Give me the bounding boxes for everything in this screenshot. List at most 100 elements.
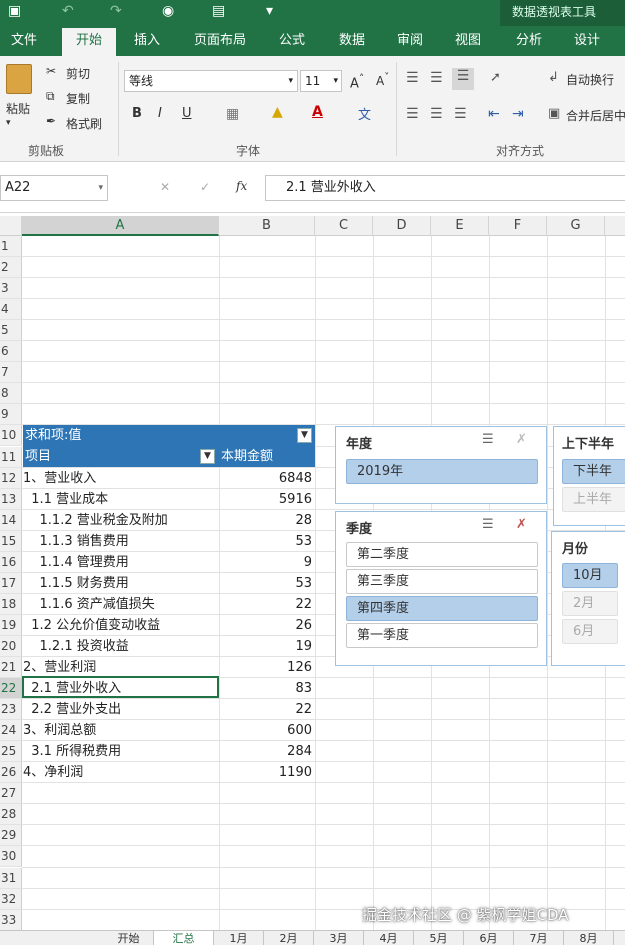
sheet-tab-summary[interactable]: 汇总	[154, 931, 214, 945]
pivot-item-value[interactable]: 53	[219, 531, 314, 552]
row-header[interactable]: 11	[0, 446, 22, 468]
pivot-item-label[interactable]: 1.2.1 投资收益	[23, 636, 218, 657]
decrease-indent-icon[interactable]: ⇤	[488, 106, 500, 122]
slicer-item-first-half[interactable]: 上半年	[562, 487, 625, 512]
row-header[interactable]: 27	[0, 783, 22, 805]
row-header[interactable]: 25	[0, 741, 22, 763]
row-header[interactable]: 32	[0, 888, 22, 910]
pivot-item-value[interactable]: 26	[219, 615, 314, 636]
row-header[interactable]: 26	[0, 762, 22, 784]
layout-icon[interactable]: ▤	[212, 3, 225, 19]
cancel-icon[interactable]: ✕	[160, 180, 170, 194]
chevron-down-icon[interactable]: ▼	[297, 428, 312, 443]
column-header-f[interactable]: F	[489, 216, 547, 236]
column-header-b[interactable]: B	[219, 216, 315, 236]
pivot-item-value[interactable]: 22	[219, 594, 314, 615]
cut-icon[interactable]: ✂	[46, 64, 56, 78]
sheet-tab-jul[interactable]: 7月	[514, 931, 564, 945]
formula-input[interactable]: 2.1 营业外收入	[265, 175, 625, 201]
sheet-tab-may[interactable]: 5月	[414, 931, 464, 945]
worksheet-grid[interactable]: 1 2 3 4 5 6 7 8 9 10 11 12 13 14 15 16 17 18 19 20 21 22 23 24 2…	[0, 236, 625, 936]
column-header-c[interactable]: C	[315, 216, 373, 236]
grow-font-icon[interactable]: A˄	[350, 72, 364, 91]
sheet-tab-mar[interactable]: 3月	[314, 931, 364, 945]
column-header-d[interactable]: D	[373, 216, 431, 236]
tab-review[interactable]: 审阅	[386, 26, 434, 56]
pivot-item-value[interactable]: 6848	[219, 468, 314, 489]
row-header[interactable]: 29	[0, 825, 22, 847]
pivot-item-value[interactable]: 1190	[219, 762, 314, 783]
row-header[interactable]: 21	[0, 657, 22, 678]
paste-button[interactable]: 粘贴	[6, 100, 30, 117]
tab-data[interactable]: 数据	[328, 26, 376, 56]
pivot-item-value[interactable]: 22	[219, 699, 314, 720]
row-header[interactable]: 4	[0, 299, 22, 321]
sheet-tab-aug[interactable]: 8月	[564, 931, 614, 945]
font-name-combo[interactable]: 等线 ▾	[124, 70, 298, 92]
row-header[interactable]: 15	[0, 530, 22, 552]
pivot-item-label[interactable]: 3、利润总额	[23, 720, 218, 741]
pivot-item-value[interactable]: 53	[219, 573, 314, 594]
clear-filter-icon[interactable]: ✗	[516, 517, 527, 532]
phonetic-icon[interactable]: 文	[358, 104, 371, 123]
pivot-item-label[interactable]: 1.1.2 营业税金及附加	[23, 510, 218, 531]
sheet-tab-apr[interactable]: 4月	[364, 931, 414, 945]
row-header[interactable]: 8	[0, 383, 22, 405]
tab-analyze[interactable]: 分析	[504, 26, 554, 56]
tab-view[interactable]: 视图	[444, 26, 492, 56]
align-top-icon[interactable]: ☰	[406, 70, 419, 86]
borders-icon[interactable]: ▦	[226, 106, 239, 122]
slicer-item-2019[interactable]: 2019年	[346, 459, 538, 484]
row-header[interactable]: 33	[0, 909, 22, 931]
row-header[interactable]: 13	[0, 488, 22, 510]
align-right-icon[interactable]: ☰	[454, 106, 467, 122]
column-header-g[interactable]: G	[547, 216, 605, 236]
wrap-text-icon[interactable]: ↲	[548, 70, 559, 85]
align-middle-icon[interactable]: ☰	[430, 70, 443, 86]
name-box[interactable]: A22 ▾	[0, 175, 108, 201]
row-header[interactable]: 17	[0, 572, 22, 594]
paste-dropdown-icon[interactable]: ▾	[6, 118, 11, 128]
slicer-item-q3[interactable]: 第三季度	[346, 569, 538, 594]
copy-button[interactable]: 复制	[66, 90, 90, 107]
row-header[interactable]: 9	[0, 404, 22, 426]
font-size-combo[interactable]: 11 ▾	[300, 70, 342, 92]
pivot-item-label[interactable]: 2.2 营业外支出	[23, 699, 218, 720]
pivot-item-value[interactable]: 5916	[219, 489, 314, 510]
pivot-item-label[interactable]: 3.1 所得税费用	[23, 741, 218, 762]
slicer-item-q1[interactable]: 第一季度	[346, 623, 538, 648]
row-header[interactable]: 23	[0, 699, 22, 721]
tab-insert[interactable]: 插入	[122, 26, 172, 56]
tab-home[interactable]: 开始	[62, 28, 116, 56]
row-header[interactable]: 20	[0, 635, 22, 657]
sheet-tab-start[interactable]: 开始	[104, 931, 154, 945]
multi-select-icon[interactable]: ☰	[482, 517, 494, 532]
bold-button[interactable]: B	[132, 106, 142, 121]
row-header[interactable]: 16	[0, 551, 22, 573]
format-painter-button[interactable]: 格式刷	[66, 115, 102, 132]
pivot-item-label[interactable]: 1、营业收入	[23, 468, 218, 489]
row-header[interactable]: 7	[0, 362, 22, 384]
row-header[interactable]: 30	[0, 846, 22, 868]
slicer-item-oct[interactable]: 10月	[562, 563, 618, 588]
active-cell-a22[interactable]	[22, 676, 219, 698]
tab-file[interactable]: 文件	[0, 26, 48, 56]
orientation-icon[interactable]: ➚	[490, 70, 501, 85]
slicer-item-jun[interactable]: 6月	[562, 619, 618, 644]
sheet-tab-jan[interactable]: 1月	[214, 931, 264, 945]
slicer-item-q2[interactable]: 第二季度	[346, 542, 538, 567]
merge-cells-icon[interactable]: ▣	[548, 106, 560, 121]
row-header[interactable]: 1	[0, 236, 22, 257]
clear-filter-icon[interactable]: ✗	[516, 432, 527, 447]
pivot-item-value[interactable]: 600	[219, 720, 314, 741]
pivot-item-label[interactable]: 1.1.3 销售费用	[23, 531, 218, 552]
customize-qat-icon[interactable]: ▾	[266, 3, 273, 19]
merge-center-button[interactable]: 合并后居中	[566, 107, 625, 124]
column-header-e[interactable]: E	[431, 216, 489, 236]
row-header[interactable]: 12	[0, 467, 22, 489]
format-painter-icon[interactable]: ✒	[46, 114, 56, 128]
increase-indent-icon[interactable]: ⇥	[512, 106, 524, 122]
pivot-item-label[interactable]: 2、营业利润	[23, 657, 218, 678]
sheet-tab-feb[interactable]: 2月	[264, 931, 314, 945]
row-header[interactable]: 24	[0, 720, 22, 742]
